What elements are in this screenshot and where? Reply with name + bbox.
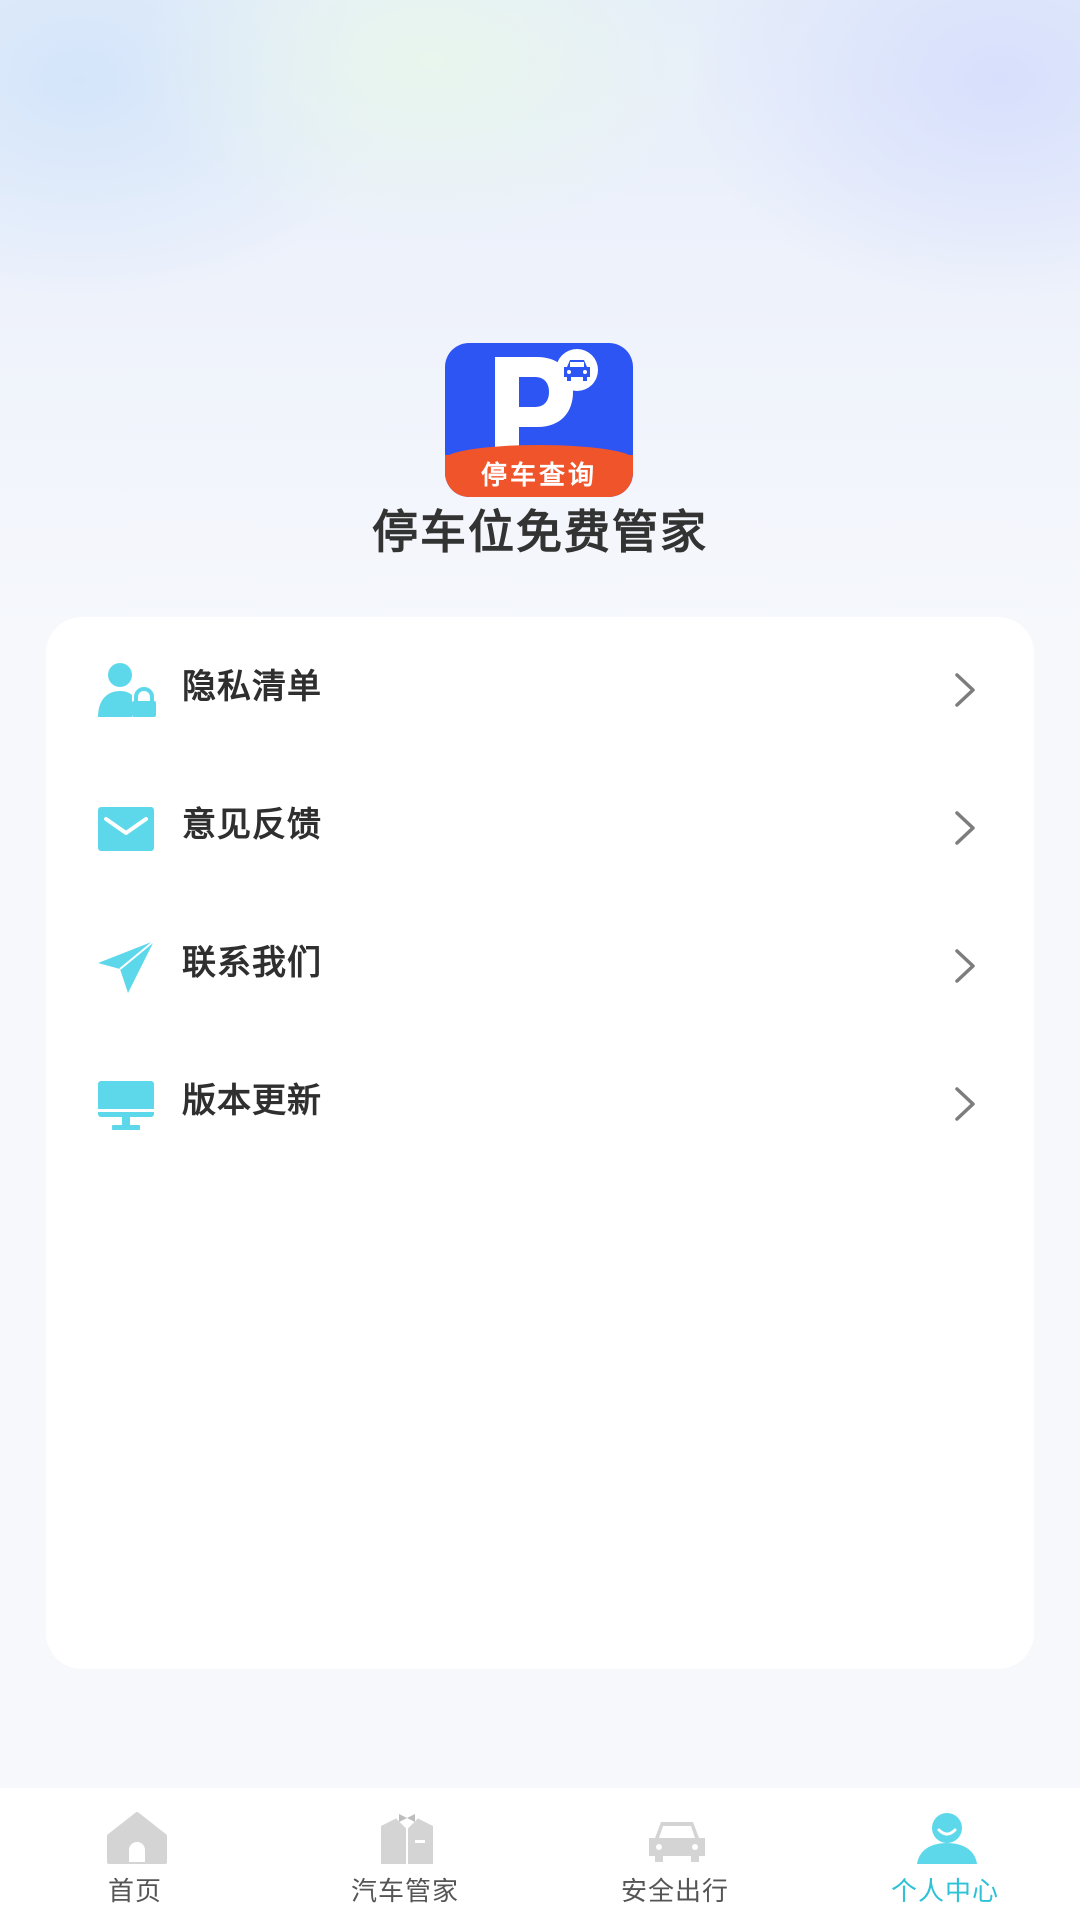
butler-suit-icon [381, 1814, 433, 1864]
menu-item-version-update[interactable]: 版本更新 [46, 1049, 1034, 1159]
menu-item-feedback[interactable]: 意见反馈 [46, 773, 1034, 883]
bottom-tab-bar: 首页 汽车管家 安全出行 个人中心 [0, 1788, 1080, 1920]
menu-item-privacy[interactable]: 隐私清单 [46, 635, 1034, 745]
tab-label: 安全出行 [620, 1877, 729, 1907]
tab-personal-center[interactable]: 个人中心 [810, 1788, 1080, 1920]
home-icon [107, 1812, 167, 1864]
menu-item-label: 意见反馈 [182, 805, 322, 845]
menu-item-label: 联系我们 [182, 943, 322, 983]
settings-menu-card: 隐私清单 意见反馈 联系我们 版本更新 [46, 617, 1034, 1669]
car-badge-icon [556, 349, 598, 391]
logo-band: 停车查询 [445, 445, 633, 497]
menu-item-label: 版本更新 [182, 1081, 322, 1121]
profile-header: 停车查询 停车位免费管家 [0, 0, 1080, 600]
tab-label: 汽车管家 [350, 1877, 459, 1907]
menu-item-label: 隐私清单 [182, 667, 322, 707]
mail-envelope-icon [98, 807, 154, 851]
tab-car-butler[interactable]: 汽车管家 [270, 1788, 540, 1920]
app-name: 停车位免费管家 [372, 505, 708, 559]
logo-text: 停车查询 [480, 461, 597, 491]
chevron-right-icon [955, 673, 975, 707]
tab-safe-travel[interactable]: 安全出行 [540, 1788, 810, 1920]
app-logo: 停车查询 [445, 343, 633, 497]
person-icon [917, 1813, 977, 1864]
menu-item-contact[interactable]: 联系我们 [46, 911, 1034, 1021]
chevron-right-icon [955, 811, 975, 845]
car-icon [649, 1822, 705, 1862]
monitor-icon [98, 1081, 154, 1130]
privacy-user-lock-icon [98, 663, 156, 717]
tab-label: 个人中心 [890, 1877, 999, 1907]
tab-home[interactable]: 首页 [0, 1788, 270, 1920]
chevron-right-icon [955, 1087, 975, 1121]
chevron-right-icon [955, 949, 975, 983]
paper-plane-icon [98, 940, 155, 993]
tab-label: 首页 [107, 1877, 162, 1907]
